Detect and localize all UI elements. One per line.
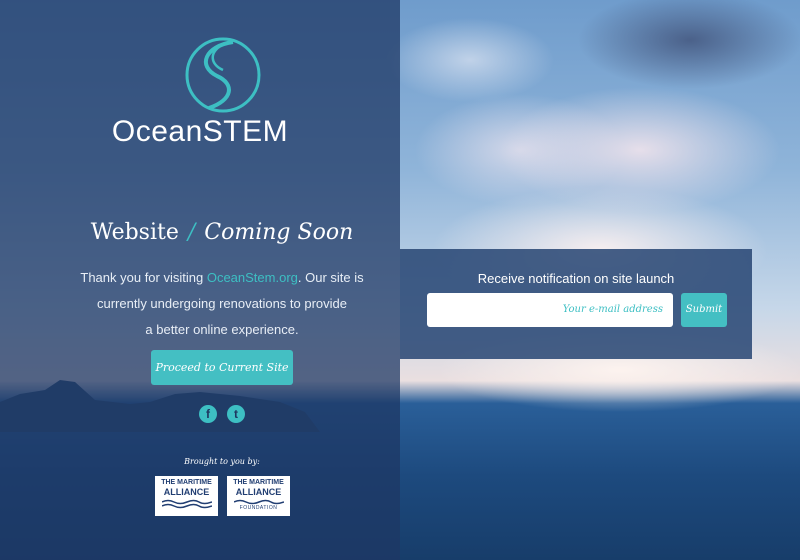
- waves-icon: [161, 499, 212, 509]
- twitter-icon[interactable]: t: [227, 405, 245, 423]
- maritime-alliance-foundation-logo[interactable]: THE MARITIME ALLIANCE FOUNDATION: [227, 476, 290, 516]
- notify-label: Receive notification on site launch: [477, 271, 675, 286]
- intro-prefix: Thank you for visiting: [80, 270, 207, 285]
- logo-line-2: ALLIANCE: [235, 487, 282, 497]
- intro-text: Thank you for visiting OceanStem.org. Ou…: [62, 265, 382, 343]
- logo-line-2: ALLIANCE: [163, 487, 210, 497]
- proceed-button[interactable]: Proceed to Current Site: [151, 350, 293, 385]
- headline-website: Website: [90, 220, 179, 245]
- brought-to-you-label: Brought to you by:: [184, 457, 260, 466]
- headline-coming-soon: Coming Soon: [204, 220, 354, 245]
- email-input[interactable]: Your e-mail address: [427, 293, 673, 327]
- page-title: Website / Coming Soon: [0, 220, 444, 245]
- brand-name: OceanSTEM: [111, 115, 289, 148]
- headline-separator: /: [187, 220, 196, 245]
- submit-button[interactable]: Submit: [681, 293, 727, 327]
- logo-line-3: FOUNDATION: [239, 505, 278, 511]
- maritime-alliance-logo[interactable]: THE MARITIME ALLIANCE: [155, 476, 218, 516]
- logo-line-1: THE MARITIME: [161, 479, 212, 486]
- intro-line-1: Thank you for visiting OceanStem.org. Ou…: [62, 265, 382, 291]
- facebook-icon[interactable]: f: [199, 405, 217, 423]
- oceanstem-logo-icon: [185, 37, 261, 113]
- logo-line-1: THE MARITIME: [233, 479, 284, 486]
- intro-suffix: . Our site is: [297, 270, 364, 285]
- intro-line-3: a better online experience.: [145, 322, 299, 337]
- intro-line-2: currently undergoing renovations to prov…: [96, 296, 348, 311]
- site-link[interactable]: OceanStem.org: [207, 270, 298, 285]
- notification-signup-panel: Receive notification on site launch Your…: [400, 249, 752, 359]
